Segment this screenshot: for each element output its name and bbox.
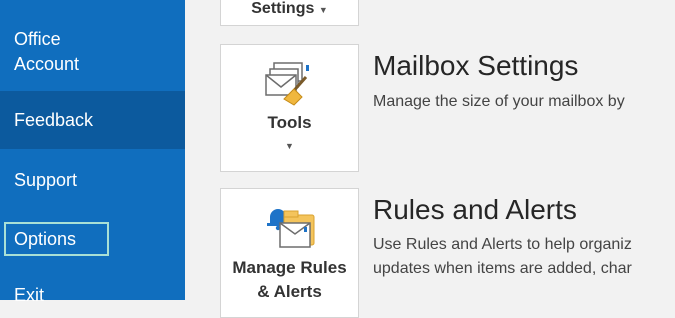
manage-rules-label-line1: Manage Rules [232, 258, 347, 277]
backstage-nav: Office Account Feedback Support Options … [0, 0, 185, 305]
nav-support-label: Support [14, 170, 78, 190]
settings-label: Settings ▼ [251, 0, 328, 17]
nav-office-account-line1: Office [14, 29, 61, 49]
rules-alerts-description-line2: updates when items are added, char [373, 260, 632, 277]
envelope-stack-broom-icon [264, 61, 316, 107]
nav-office-account[interactable]: Office Account [0, 27, 185, 79]
mailbox-settings-title: Mailbox Settings [373, 50, 579, 81]
manage-rules-alerts-button[interactable]: Manage Rules & Alerts [220, 188, 359, 318]
nav-exit[interactable]: Exit [0, 283, 185, 308]
caret-down-icon: ▼ [318, 5, 328, 15]
account-settings-button[interactable]: Settings ▼ [220, 0, 359, 26]
nav-office-account-line2: Account [14, 54, 80, 74]
nav-feedback[interactable]: Feedback [0, 91, 185, 149]
manage-rules-label-line2: & Alerts [257, 282, 322, 301]
rules-alerts-title: Rules and Alerts [373, 194, 577, 225]
nav-feedback-label: Feedback [14, 109, 94, 130]
nav-support[interactable]: Support [0, 168, 185, 193]
nav-options-label: Options [14, 229, 77, 249]
caret-down-icon: ▼ [285, 141, 294, 151]
nav-exit-label: Exit [14, 285, 45, 305]
bell-folder-envelope-icon [264, 201, 320, 251]
mailbox-settings-description: Manage the size of your mailbox by [373, 93, 625, 110]
rules-alerts-description-line1: Use Rules and Alerts to help organiz [373, 236, 632, 253]
backstage-main: Settings ▼ Tools ▼ Mailbox Settings Mana… [185, 0, 675, 318]
nav-options[interactable]: Options [4, 222, 109, 256]
tools-button[interactable]: Tools ▼ [220, 44, 359, 172]
tools-label: Tools [267, 113, 312, 132]
